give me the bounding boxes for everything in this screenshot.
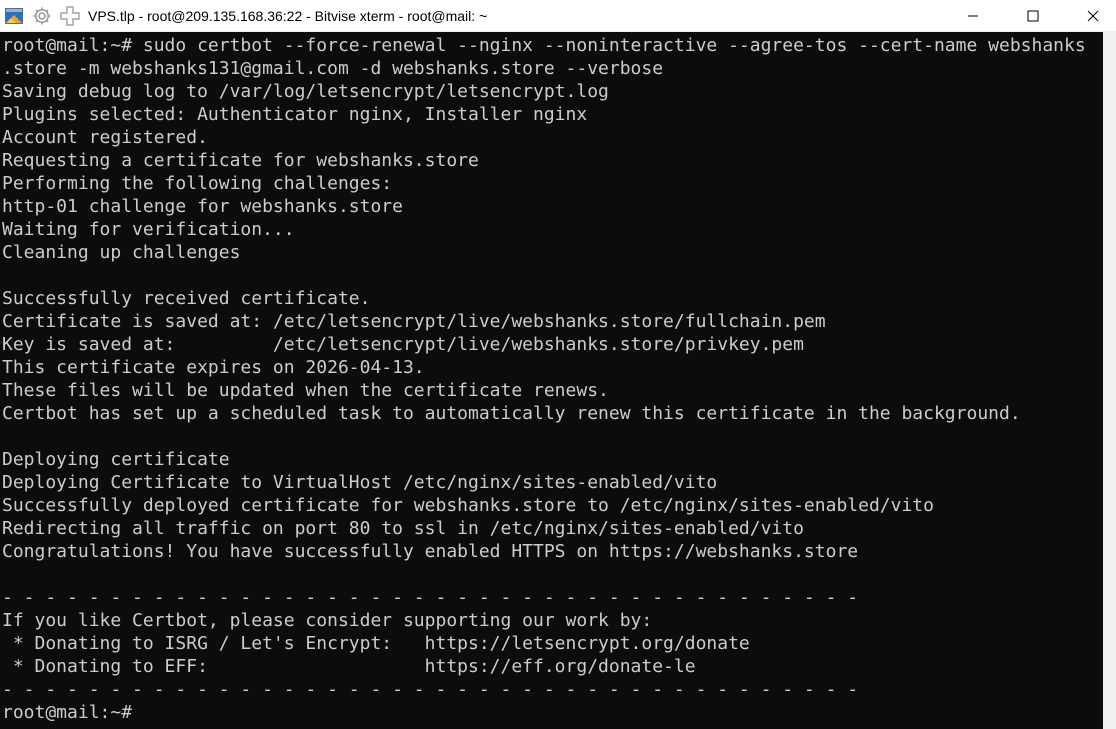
- terminal-line: Waiting for verification...: [2, 219, 295, 240]
- terminal-line: Performing the following challenges:: [2, 173, 393, 194]
- terminal-line: * Donating to ISRG / Let's Encrypt: http…: [2, 633, 750, 654]
- terminal-line: If you like Certbot, please consider sup…: [2, 610, 653, 631]
- terminal-line: - - - - - - - - - - - - - - - - - - - - …: [2, 679, 859, 700]
- shell-prompt[interactable]: root@mail:~#: [2, 701, 1086, 724]
- window-title: VPS.tlp - root@209.135.168.36:22 - Bitvi…: [88, 8, 488, 24]
- new-window-icon[interactable]: [60, 6, 80, 26]
- terminal-line: These files will be updated when the cer…: [2, 380, 609, 401]
- terminal-line: Successfully deployed certificate for we…: [2, 495, 934, 516]
- terminal-line: Certificate is saved at: /etc/letsencryp…: [2, 311, 826, 332]
- vertical-scrollbar[interactable]: [1103, 32, 1116, 729]
- terminal-line: Saving debug log to /var/log/letsencrypt…: [2, 81, 609, 102]
- close-button[interactable]: [1070, 0, 1116, 32]
- terminal-line: This certificate expires on 2026-04-13.: [2, 357, 425, 378]
- terminal-line: - - - - - - - - - - - - - - - - - - - - …: [2, 587, 859, 608]
- terminal-line: Redirecting all traffic on port 80 to ss…: [2, 518, 804, 539]
- maximize-button[interactable]: [1010, 0, 1056, 32]
- terminal-line: Cleaning up challenges: [2, 242, 241, 263]
- terminal-area[interactable]: root@mail:~# sudo certbot --force-renewa…: [0, 32, 1103, 729]
- terminal-line: Certbot has set up a scheduled task to a…: [2, 403, 1021, 424]
- terminal-line: Successfully received certificate.: [2, 288, 371, 309]
- minimize-button[interactable]: [950, 0, 996, 32]
- terminal-line: Deploying certificate: [2, 449, 230, 470]
- minimize-icon: [968, 15, 978, 17]
- close-icon: [1087, 10, 1099, 22]
- terminal-line: Key is saved at: /etc/letsencrypt/live/w…: [2, 334, 804, 355]
- maximize-icon: [1027, 10, 1039, 22]
- terminal-line: Deploying Certificate to VirtualHost /et…: [2, 472, 718, 493]
- terminal-icon[interactable]: [4, 6, 24, 26]
- terminal-line: Requesting a certificate for webshanks.s…: [2, 150, 479, 171]
- gear-icon[interactable]: [32, 6, 52, 26]
- terminal-line: Congratulations! You have successfully e…: [2, 541, 859, 562]
- terminal-line: * Donating to EFF: https://eff.org/donat…: [2, 656, 696, 677]
- xterm-window: VPS.tlp - root@209.135.168.36:22 - Bitvi…: [0, 0, 1116, 729]
- terminal-line: .store -m webshanks131@gmail.com -d webs…: [2, 58, 664, 79]
- terminal-line: root@mail:~# sudo certbot --force-renewa…: [2, 35, 1086, 56]
- terminal-line: Account registered.: [2, 127, 208, 148]
- terminal-line: http-01 challenge for webshanks.store: [2, 196, 403, 217]
- title-bar[interactable]: VPS.tlp - root@209.135.168.36:22 - Bitvi…: [0, 0, 1116, 32]
- terminal-output: root@mail:~# sudo certbot --force-renewa…: [2, 34, 1086, 724]
- terminal-line: Plugins selected: Authenticator nginx, I…: [2, 104, 588, 125]
